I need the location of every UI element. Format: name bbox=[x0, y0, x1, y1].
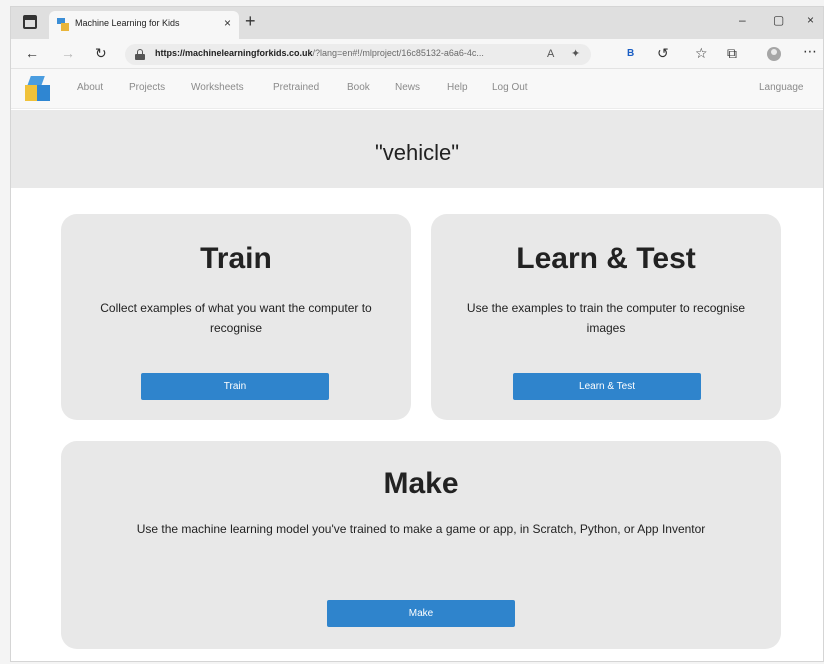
nav-news[interactable]: News bbox=[395, 82, 420, 93]
url-path: /?lang=en#!/mlproject/16c85132-a6a6-4c..… bbox=[312, 48, 484, 58]
learn-test-description: Use the examples to train the computer t… bbox=[466, 301, 746, 335]
nav-language[interactable]: Language bbox=[759, 82, 804, 93]
train-description: Collect examples of what you want the co… bbox=[100, 301, 372, 335]
make-description: Use the machine learning model you've tr… bbox=[136, 522, 706, 536]
bing-icon[interactable]: B bbox=[627, 48, 634, 59]
extensions-icon[interactable]: ✦ bbox=[571, 47, 580, 61]
forward-icon[interactable]: → bbox=[61, 46, 75, 60]
tab-bar: Machine Learning for Kids × + – ▢ × bbox=[11, 7, 823, 39]
project-title: "vehicle" bbox=[374, 140, 460, 165]
collections-icon[interactable]: ⧉ bbox=[727, 46, 737, 60]
make-card: Make Use the machine learning model you'… bbox=[61, 441, 781, 649]
maximize-icon[interactable]: ▢ bbox=[773, 13, 784, 27]
site-logo-icon[interactable] bbox=[25, 76, 51, 102]
favorites-icon[interactable]: ☆ bbox=[695, 46, 708, 60]
tab-close-icon[interactable]: × bbox=[224, 16, 231, 30]
nav-log-out[interactable]: Log Out bbox=[492, 82, 528, 93]
nav-help[interactable]: Help bbox=[447, 82, 468, 93]
learn-test-heading: Learn & Test bbox=[516, 242, 696, 275]
nav-about[interactable]: About bbox=[77, 82, 103, 93]
nav-worksheets[interactable]: Worksheets bbox=[191, 82, 244, 93]
browser-tab[interactable]: Machine Learning for Kids × bbox=[49, 11, 239, 39]
profile-icon[interactable] bbox=[767, 47, 781, 61]
make-button[interactable]: Make bbox=[327, 600, 515, 627]
nav-book[interactable]: Book bbox=[347, 82, 370, 93]
learn-test-card: Learn & Test Use the examples to train t… bbox=[431, 214, 781, 420]
edge-refresh-icon[interactable]: ↺ bbox=[657, 46, 669, 60]
address-bar-row: ← → ↻ https://machinelearningforkids.co.… bbox=[11, 39, 823, 69]
new-tab-icon[interactable]: + bbox=[245, 12, 256, 30]
train-card: Train Collect examples of what you want … bbox=[61, 214, 411, 420]
close-window-icon[interactable]: × bbox=[807, 13, 814, 27]
nav-pretrained[interactable]: Pretrained bbox=[273, 82, 319, 93]
url-field[interactable]: https://machinelearningforkids.co.uk/?la… bbox=[125, 44, 591, 65]
lock-icon[interactable] bbox=[135, 49, 145, 60]
browser-window: Machine Learning for Kids × + – ▢ × ← → … bbox=[10, 6, 824, 662]
learn-test-button[interactable]: Learn & Test bbox=[513, 373, 701, 400]
url-text[interactable]: https://machinelearningforkids.co.uk/?la… bbox=[155, 48, 555, 58]
nav-projects[interactable]: Projects bbox=[129, 82, 165, 93]
train-heading: Train bbox=[200, 242, 272, 275]
project-title-band: "vehicle" bbox=[11, 110, 823, 188]
url-domain: https://machinelearningforkids.co.uk bbox=[155, 48, 313, 58]
site-header: About Projects Worksheets Pretrained Boo… bbox=[11, 69, 823, 109]
more-icon[interactable]: ⋯ bbox=[803, 44, 817, 58]
train-button[interactable]: Train bbox=[141, 373, 329, 400]
read-aloud-icon[interactable]: A bbox=[547, 47, 554, 61]
minimize-icon[interactable]: – bbox=[739, 13, 746, 27]
favicon-icon bbox=[57, 18, 69, 31]
refresh-icon[interactable]: ↻ bbox=[95, 46, 107, 60]
tab-title: Machine Learning for Kids bbox=[75, 18, 180, 28]
make-heading: Make bbox=[383, 467, 459, 500]
tab-actions-icon[interactable] bbox=[23, 15, 37, 29]
back-icon[interactable]: ← bbox=[25, 46, 39, 60]
